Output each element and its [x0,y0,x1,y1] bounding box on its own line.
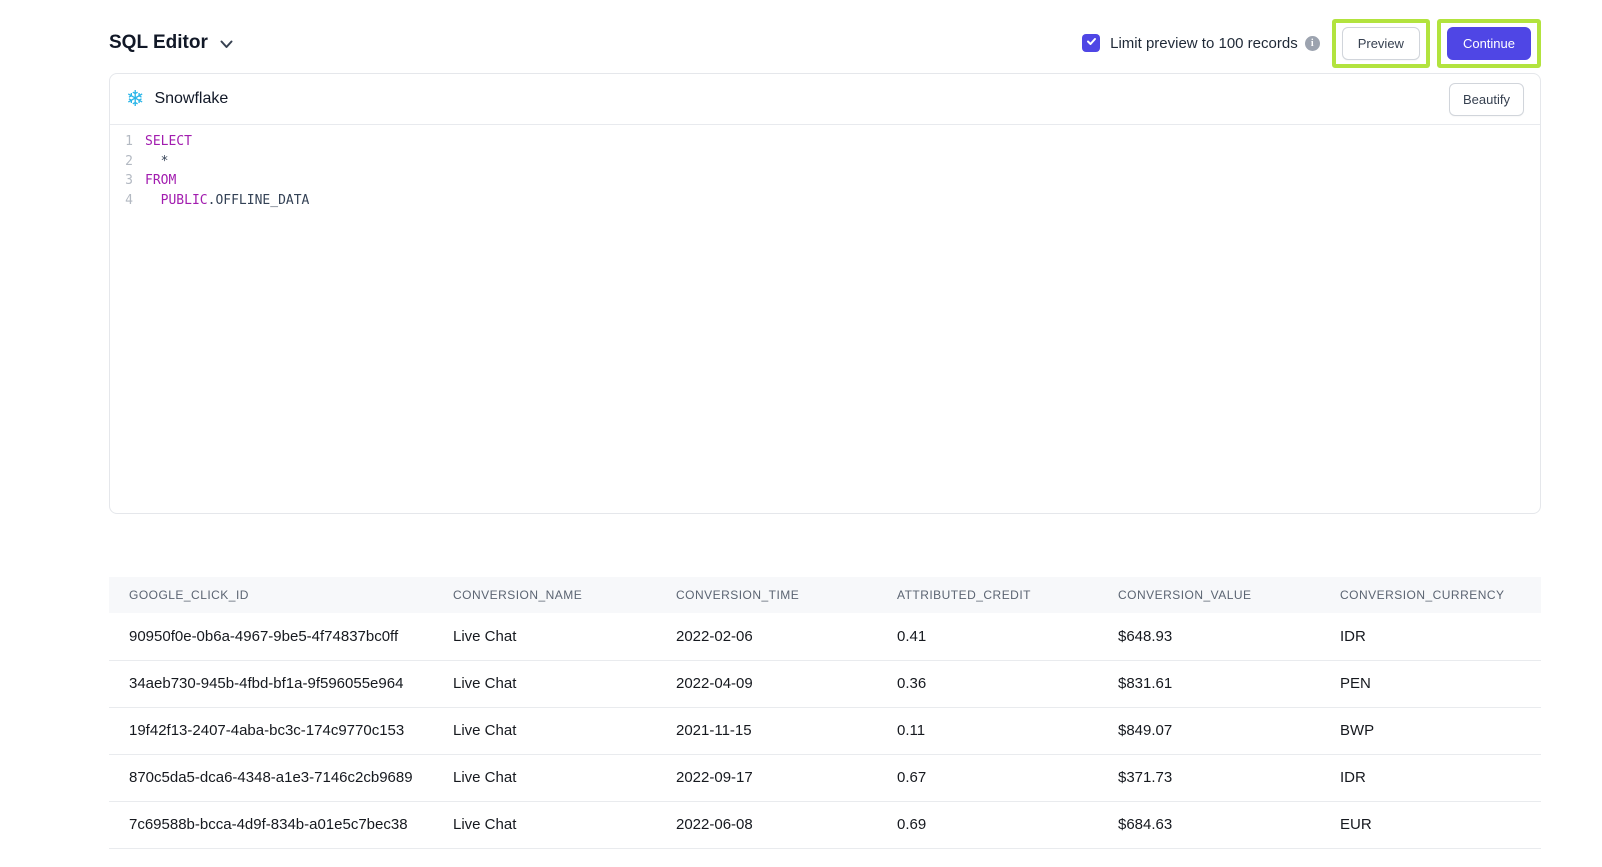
sql-editor-title-dropdown[interactable]: SQL Editor [109,32,233,54]
table-row: 34aeb730-945b-4fbd-bf1a-9f596055e964 Liv… [109,660,1541,707]
table-row: 19f42f13-2407-4aba-bc3c-174c9770c153 Liv… [109,707,1541,754]
cell-conversion-name: Live Chat [433,801,656,848]
cell-conversion-currency: IDR [1320,613,1541,660]
chevron-down-icon[interactable] [220,40,233,49]
table-row: 7c69588b-bcca-4d9f-834b-a01e5c7bec38 Liv… [109,801,1541,848]
sql-code-editor[interactable]: 1 SELECT 2 * 3 FROM 4 PUBLIC.OFFLINE_DAT… [110,125,1540,513]
cell-conversion-value: $648.93 [1098,613,1320,660]
snowflake-icon: ❄ [126,88,144,110]
table-row: 870c5da5-dca6-4348-a1e3-7146c2cb9689 Liv… [109,754,1541,801]
cell-conversion-time: 2021-11-15 [656,707,877,754]
column-header: CONVERSION_VALUE [1098,577,1320,613]
cell-conversion-time: 2022-04-09 [656,660,877,707]
page: SQL Editor Limit preview to 100 records … [0,18,1602,849]
cell-conversion-name: Live Chat [433,707,656,754]
column-header: CONVERSION_TIME [656,577,877,613]
cell-attributed-credit: 0.69 [877,801,1098,848]
cell-conversion-value: $371.73 [1098,754,1320,801]
column-header: GOOGLE_CLICK_ID [109,577,433,613]
cell-conversion-time: 2022-09-17 [656,754,877,801]
cell-conversion-time: 2022-06-08 [656,801,877,848]
limit-preview-checkbox-group[interactable]: Limit preview to 100 records i [1082,34,1320,52]
table-row: 90950f0e-0b6a-4967-9be5-4f74837bc0ff Liv… [109,613,1541,660]
cell-google-click-id: 19f42f13-2407-4aba-bc3c-174c9770c153 [109,707,433,754]
code-line: 3 FROM [124,171,1540,191]
sql-editor-card: ❄ Snowflake Beautify 1 SELECT 2 * 3 FROM… [109,73,1541,514]
column-header: ATTRIBUTED_CREDIT [877,577,1098,613]
line-number: 3 [124,171,133,191]
cell-google-click-id: 90950f0e-0b6a-4967-9be5-4f74837bc0ff [109,613,433,660]
column-header: CONVERSION_CURRENCY [1320,577,1541,613]
info-icon[interactable]: i [1305,36,1320,51]
topbar-actions: Limit preview to 100 records i Preview C… [1082,19,1541,68]
cell-attributed-credit: 0.67 [877,754,1098,801]
cell-conversion-time: 2022-02-06 [656,613,877,660]
topbar: SQL Editor Limit preview to 100 records … [109,18,1541,68]
cell-conversion-currency: PEN [1320,660,1541,707]
cell-conversion-currency: EUR [1320,801,1541,848]
sql-text: .OFFLINE_DATA [208,193,310,208]
line-number: 2 [124,152,133,172]
cell-attributed-credit: 0.36 [877,660,1098,707]
connector-name: Snowflake [154,90,228,108]
cell-conversion-value: $831.61 [1098,660,1320,707]
cell-attributed-credit: 0.41 [877,613,1098,660]
cell-conversion-name: Live Chat [433,754,656,801]
column-header: CONVERSION_NAME [433,577,656,613]
sql-text: * [145,154,168,169]
cell-conversion-currency: IDR [1320,754,1541,801]
sql-keyword: FROM [145,173,176,188]
line-number: 4 [124,191,133,211]
table-header-row: GOOGLE_CLICK_ID CONVERSION_NAME CONVERSI… [109,577,1541,613]
cell-google-click-id: 34aeb730-945b-4fbd-bf1a-9f596055e964 [109,660,433,707]
sql-keyword: PUBLIC [145,193,208,208]
cell-google-click-id: 870c5da5-dca6-4348-a1e3-7146c2cb9689 [109,754,433,801]
check-icon [1086,34,1097,52]
cell-conversion-currency: BWP [1320,707,1541,754]
continue-button[interactable]: Continue [1447,27,1531,60]
code-line: 4 PUBLIC.OFFLINE_DATA [124,191,1540,211]
beautify-button[interactable]: Beautify [1449,83,1524,116]
limit-preview-label: Limit preview to 100 records [1110,35,1298,52]
annotation-highlight-continue: Continue [1437,19,1541,68]
limit-preview-checkbox[interactable] [1082,34,1100,52]
annotation-highlight-preview: Preview [1332,19,1430,68]
code-line: 1 SELECT [124,132,1540,152]
cell-conversion-value: $849.07 [1098,707,1320,754]
cell-google-click-id: 7c69588b-bcca-4d9f-834b-a01e5c7bec38 [109,801,433,848]
cell-conversion-value: $684.63 [1098,801,1320,848]
editor-header: ❄ Snowflake Beautify [110,74,1540,125]
code-line: 2 * [124,152,1540,172]
results-section: GOOGLE_CLICK_ID CONVERSION_NAME CONVERSI… [109,577,1541,849]
page-title: SQL Editor [109,32,208,54]
cell-attributed-credit: 0.11 [877,707,1098,754]
cell-conversion-name: Live Chat [433,613,656,660]
sql-keyword: SELECT [145,134,192,149]
preview-button[interactable]: Preview [1342,27,1420,60]
results-table: GOOGLE_CLICK_ID CONVERSION_NAME CONVERSI… [109,577,1541,849]
cell-conversion-name: Live Chat [433,660,656,707]
line-number: 1 [124,132,133,152]
